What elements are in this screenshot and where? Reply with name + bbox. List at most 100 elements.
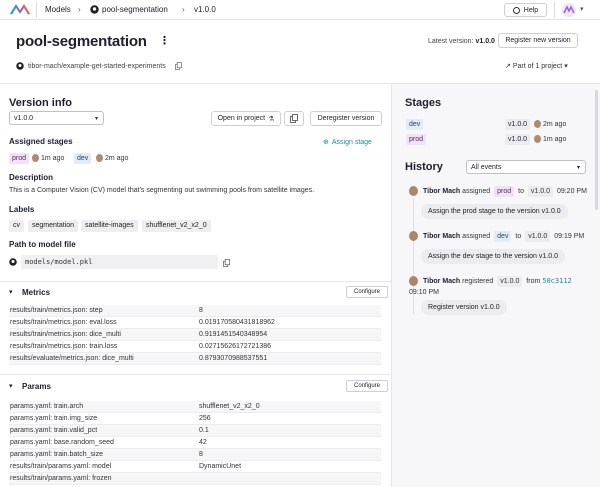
commit-link[interactable]: 50c3112 xyxy=(542,277,572,285)
copy-icon[interactable] xyxy=(175,62,182,70)
app-logo-icon[interactable] xyxy=(10,4,30,16)
section-divider xyxy=(0,374,391,375)
stage-time-text: 2m ago xyxy=(543,121,567,128)
section-divider xyxy=(0,281,391,282)
version-select-value: v1.0.0 xyxy=(14,114,34,122)
open-in-project-button[interactable]: Open in project ⚗ xyxy=(211,111,281,126)
assigned-stages-heading: Assigned stages xyxy=(9,137,73,146)
stage-time-dev-text: 2m ago xyxy=(105,155,129,162)
trend-icon: ↗ xyxy=(505,63,511,70)
param-value: 42 xyxy=(199,439,207,446)
breadcrumb-model-name[interactable]: pool-segmentation xyxy=(102,4,168,15)
metric-key: results/train/metrics.json: eval.loss xyxy=(10,319,117,326)
event-action: assigned xyxy=(462,188,491,195)
event-time: 09:20 PM xyxy=(556,188,587,195)
history-event-line: Tibor Mach assigned dev to v1.0.0 09:19 … xyxy=(423,231,584,242)
table-row: results/evaluate/metrics.json: dice_mult… xyxy=(9,353,381,365)
table-row: results/train/metrics.json: train.loss 0.… xyxy=(9,341,381,353)
repository-link[interactable]: tibor-mach/example-get-started-experimen… xyxy=(28,62,166,71)
assign-stage-link[interactable]: ⊕ Assign stage xyxy=(323,138,372,147)
table-row: results/train/metrics.json: dice_multi 0.… xyxy=(9,329,381,341)
breadcrumb-models[interactable]: Models xyxy=(45,4,71,15)
model-path-field[interactable]: models/model.pkl xyxy=(21,255,218,269)
event-time: 09:19 PM xyxy=(554,233,585,240)
metric-key: results/train/metrics.json: dice_multi xyxy=(10,331,121,338)
register-new-version-button[interactable]: Register new version xyxy=(498,33,578,48)
copy-icon[interactable] xyxy=(223,259,230,267)
chevron-down-icon: ▾ xyxy=(9,289,13,296)
latest-version-label: Latest version: xyxy=(428,38,474,45)
user-avatar xyxy=(409,186,418,196)
description-heading: Description xyxy=(9,173,54,182)
param-key: params.yaml: train.img_size xyxy=(10,415,98,422)
chevron-down-icon[interactable]: ▾ xyxy=(580,5,584,13)
open-in-project-label: Open in project xyxy=(217,115,266,122)
path-heading: Path to model file xyxy=(9,240,76,249)
param-key: params.yaml: train.arch xyxy=(10,403,84,410)
stage-time-prod-text: 1m ago xyxy=(41,155,65,162)
params-table: params.yaml: train.arch shufflenet_v2_x2_… xyxy=(9,401,381,485)
stage-tag-prod: prod xyxy=(9,153,30,164)
params-heading: Params xyxy=(22,382,51,391)
event-action: registered xyxy=(462,278,494,285)
event-to: to xyxy=(518,188,524,195)
part-of-project-dropdown[interactable]: ↗ Part of 1 project ▾ xyxy=(505,62,568,71)
copy-version-button[interactable] xyxy=(284,111,304,126)
help-label: Help xyxy=(523,6,539,14)
user-avatar xyxy=(96,154,103,163)
metric-key: results/evaluate/metrics.json: dice_mult… xyxy=(10,355,134,362)
user-avatar xyxy=(32,154,39,163)
label-chip: shufflenet_v2_x2_0 xyxy=(142,220,211,232)
table-row: results/train/metrics.json: eval.loss 0.0… xyxy=(9,317,381,329)
version-tag: v1.0.0 xyxy=(505,119,531,130)
metric-value: 8 xyxy=(199,307,203,314)
help-button[interactable]: Help xyxy=(504,3,547,17)
version-tag: v1.0.0 xyxy=(527,186,553,197)
model-header: pool-segmentation ⋮ tibor-mach/example-g… xyxy=(0,20,600,84)
stage-tag-dev: dev xyxy=(494,231,512,242)
user-avatar xyxy=(534,135,541,144)
event-time: 09:10 PM xyxy=(409,289,439,296)
tag-icon: ⊕ xyxy=(323,139,329,146)
breadcrumb-version[interactable]: v1.0.0 xyxy=(194,4,216,15)
page-title: pool-segmentation xyxy=(16,33,147,50)
version-tag: v1.0.0 xyxy=(497,276,523,287)
stage-tag-dev: dev xyxy=(406,119,424,130)
param-value: 8 xyxy=(199,451,203,458)
metric-value: 0.019170580431818962 xyxy=(199,319,275,326)
stage-tag-prod: prod xyxy=(406,134,427,145)
history-heading: History xyxy=(405,161,443,173)
event-to: to xyxy=(515,233,522,240)
stage-time-dev: 2m ago xyxy=(96,153,128,164)
param-value: shufflenet_v2_x2_0 xyxy=(199,403,260,410)
event-message: Assign the dev stage to the version v1.0… xyxy=(421,249,565,264)
github-icon xyxy=(9,258,17,266)
event-user: Tibor Mach xyxy=(423,233,461,240)
chevron-down-icon: ▾ xyxy=(9,383,13,390)
user-avatar[interactable] xyxy=(562,3,576,17)
param-value: 256 xyxy=(199,415,211,422)
table-row: params.yaml: train.batch_size 8 xyxy=(9,449,381,461)
table-row: params.yaml: train.arch shufflenet_v2_x2_… xyxy=(9,401,381,413)
version-select[interactable]: v1.0.0 ▾ xyxy=(9,111,104,125)
chevron-down-icon: ▾ xyxy=(564,63,568,70)
chevron-down-icon: ▾ xyxy=(94,116,98,122)
configure-params-button[interactable]: Configure xyxy=(346,380,388,392)
more-options-icon[interactable]: ⋮ xyxy=(159,35,170,47)
param-key: results/train/params.yaml: frozen xyxy=(10,475,112,482)
history-event-line: Tibor Mach registered v1.0.0 from 50c311… xyxy=(423,276,572,287)
history-filter-select[interactable]: All events ▾ xyxy=(466,160,586,174)
stage-tag-prod: prod xyxy=(494,186,515,197)
scrollbar-thumb[interactable] xyxy=(595,90,598,210)
stages-heading: Stages xyxy=(405,97,442,109)
params-section-header[interactable]: ▾ Params Configure xyxy=(9,380,388,394)
event-user: Tibor Mach xyxy=(423,278,461,285)
param-key: params.yaml: base.random_seed xyxy=(10,439,114,446)
chevron-down-icon: ▾ xyxy=(576,165,580,171)
metrics-section-header[interactable]: ▾ Metrics Configure xyxy=(9,286,388,300)
metric-key: results/train/metrics.json: train.loss xyxy=(10,343,118,350)
metric-value: 0.02715626172721386 xyxy=(199,343,272,350)
experiment-icon: ⚗ xyxy=(268,115,275,123)
configure-metrics-button[interactable]: Configure xyxy=(346,286,388,298)
deregister-version-button[interactable]: Deregister version xyxy=(310,111,382,126)
